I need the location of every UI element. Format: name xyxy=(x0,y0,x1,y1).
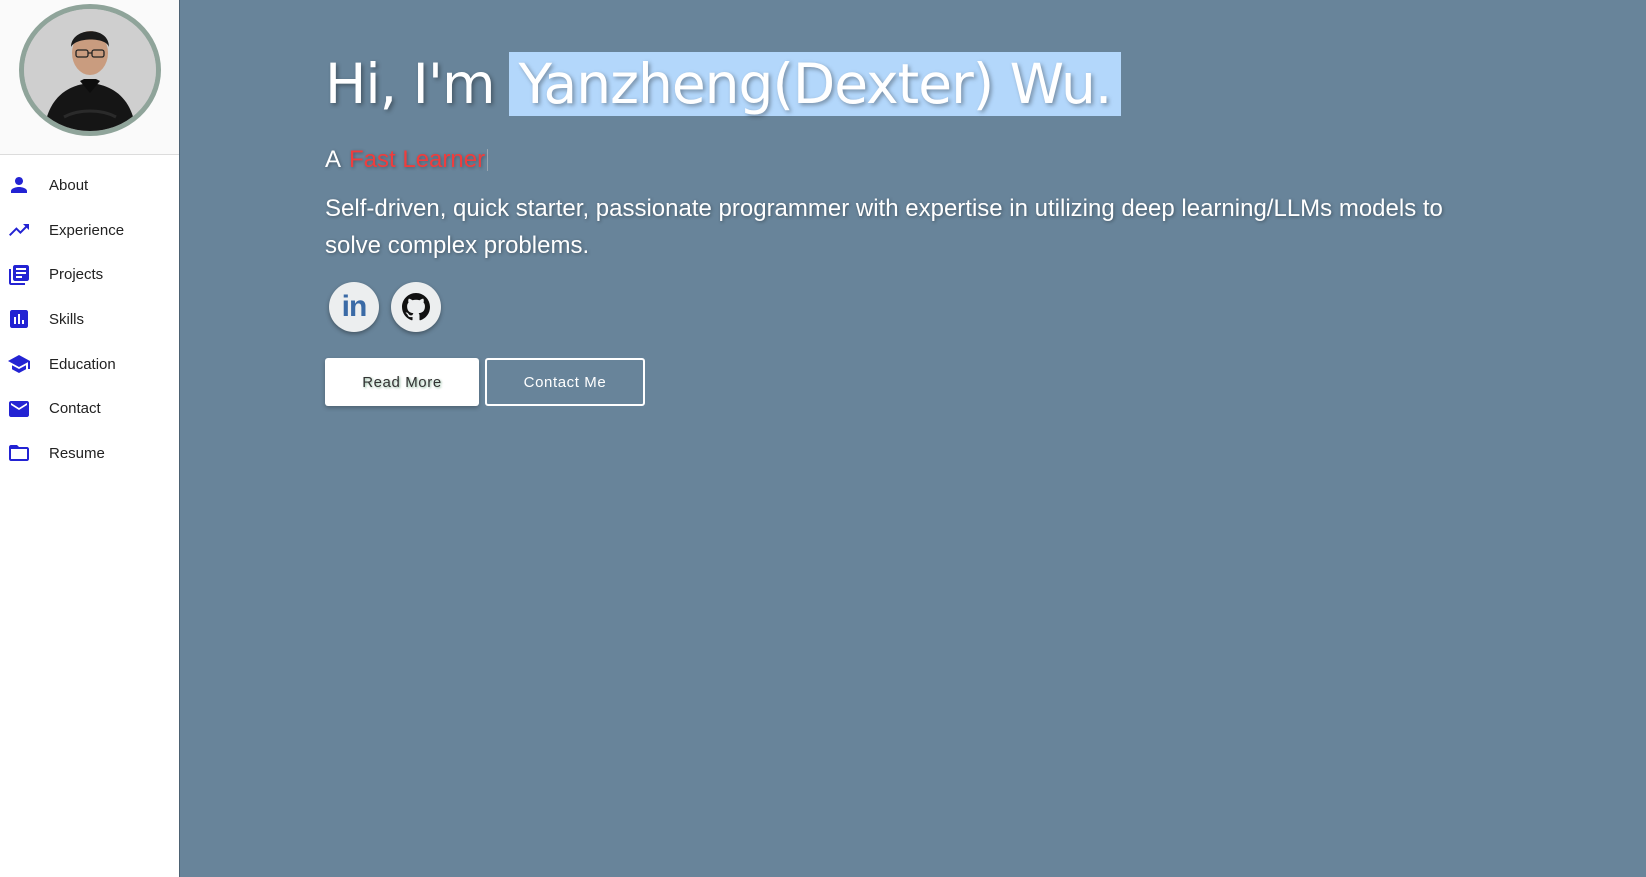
bio-text: Self-driven, quick starter, passionate p… xyxy=(325,195,1443,259)
avatar-header xyxy=(0,0,179,155)
sidebar-item-label: Experience xyxy=(49,221,125,239)
sidebar-item-contact[interactable]: Contact xyxy=(0,386,179,431)
profile-photo xyxy=(23,9,156,131)
typing-cursor xyxy=(487,149,489,171)
sidebar-item-projects[interactable]: Projects xyxy=(0,252,179,297)
sidebar-item-skills[interactable]: Skills xyxy=(0,297,179,342)
social-links: in xyxy=(325,282,1475,332)
hero-content: Hi, I'm Yanzheng(Dexter) Wu. A Fast Lear… xyxy=(325,52,1475,406)
sidebar-item-label: Skills xyxy=(49,310,85,328)
read-more-button[interactable]: Read More xyxy=(325,358,479,406)
sidebar-item-resume[interactable]: Resume xyxy=(0,431,179,476)
tagline: A Fast Learner xyxy=(325,146,1475,174)
contact-me-button[interactable]: Contact Me xyxy=(485,358,645,406)
sidebar-nav: About Experience Projects Skills Educati… xyxy=(0,155,179,476)
hero-actions: Read More Contact Me xyxy=(325,358,1475,406)
hero-section: Hi, I'm Yanzheng(Dexter) Wu. A Fast Lear… xyxy=(181,0,1646,877)
bar-chart-icon xyxy=(6,306,32,332)
github-icon xyxy=(402,293,430,321)
sidebar-item-about[interactable]: About xyxy=(0,163,179,208)
avatar xyxy=(18,4,161,136)
library-books-icon xyxy=(6,262,32,288)
hero-headline: Hi, I'm Yanzheng(Dexter) Wu. xyxy=(325,52,1475,116)
tagline-prefix: A xyxy=(325,146,342,173)
folder-icon xyxy=(6,440,32,466)
sidebar: About Experience Projects Skills Educati… xyxy=(0,0,180,877)
sidebar-item-experience[interactable]: Experience xyxy=(0,208,179,253)
sidebar-item-label: Education xyxy=(49,355,116,373)
linkedin-button[interactable]: in xyxy=(329,282,379,332)
person-icon xyxy=(6,172,32,198)
sidebar-item-label: About xyxy=(49,176,89,194)
trending-up-icon xyxy=(6,217,32,243)
mail-icon xyxy=(6,396,32,422)
school-icon xyxy=(6,351,32,377)
typed-text: Fast Learner xyxy=(349,146,486,173)
sidebar-item-label: Resume xyxy=(49,444,105,462)
github-button[interactable] xyxy=(391,282,441,332)
greeting-text: Hi, I'm xyxy=(325,52,496,116)
linkedin-icon: in xyxy=(341,290,368,323)
name-highlight: Yanzheng(Dexter) Wu. xyxy=(508,52,1122,116)
sidebar-item-education[interactable]: Education xyxy=(0,342,179,387)
sidebar-item-label: Projects xyxy=(49,266,104,284)
sidebar-item-label: Contact xyxy=(49,400,101,418)
